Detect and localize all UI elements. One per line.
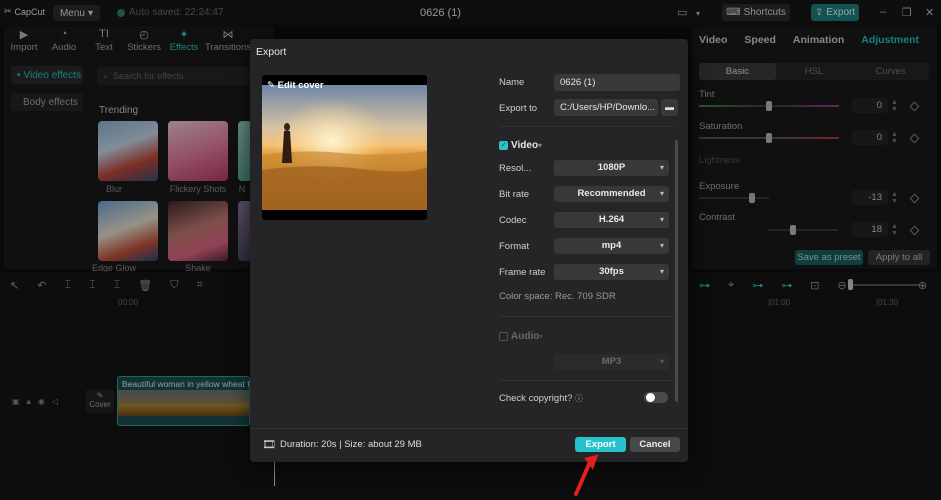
video-checkbox[interactable]: ✓ <box>499 141 508 150</box>
audio-format-select[interactable]: MP3 ▾ <box>554 354 669 370</box>
divider <box>250 428 688 429</box>
resolution-select[interactable]: 1080P ▾ <box>554 160 669 176</box>
name-label: Name <box>499 77 525 88</box>
copyright-label: Check copyright? ⓘ <box>499 393 584 404</box>
divider <box>499 316 673 317</box>
export-to-label: Export to <box>499 103 538 114</box>
export-path-input[interactable]: C:/Users/HP/Downlo... <box>554 99 658 116</box>
cover-preview[interactable] <box>262 75 427 220</box>
film-icon: 🎞︎ <box>262 439 276 451</box>
dialog-scrollbar[interactable] <box>675 140 678 402</box>
divider <box>499 380 673 381</box>
chevron-down-icon: ▾ <box>659 267 664 276</box>
audio-checkbox[interactable] <box>499 332 508 341</box>
dialog-title: Export <box>256 46 287 58</box>
chevron-down-icon[interactable]: ▾ <box>539 332 543 341</box>
pencil-icon: ✎ <box>267 80 275 91</box>
name-input[interactable]: 0626 (1) <box>554 74 680 91</box>
framerate-label: Frame rate <box>499 267 546 278</box>
divider <box>499 126 673 127</box>
chevron-down-icon: ▾ <box>659 215 664 224</box>
framerate-select[interactable]: 30fps ▾ <box>554 264 669 280</box>
info-icon[interactable]: ⓘ <box>575 394 583 403</box>
codec-select[interactable]: H.264 ▾ <box>554 212 669 228</box>
bitrate-label: Bit rate <box>499 189 530 200</box>
chevron-down-icon: ▾ <box>659 163 664 172</box>
codec-label: Codec <box>499 215 527 226</box>
color-space-info: Color space: Rec. 709 SDR <box>499 291 616 302</box>
chevron-down-icon: ▾ <box>659 241 664 250</box>
folder-icon[interactable]: ▬ <box>661 99 678 116</box>
duration-info: 🎞︎ Duration: 20s | Size: about 29 MB <box>262 439 422 451</box>
annotation-arrow-icon <box>574 454 599 496</box>
cancel-button[interactable]: Cancel <box>630 437 680 452</box>
video-section-title: Video <box>511 140 539 151</box>
format-select[interactable]: mp4 ▾ <box>554 238 669 254</box>
chevron-down-icon: ▾ <box>659 189 664 198</box>
audio-section-title: Audio <box>511 331 540 342</box>
format-label: Format <box>499 241 530 252</box>
edit-cover-button[interactable]: ✎ Edit cover <box>267 80 324 91</box>
chevron-down-icon[interactable]: ▾ <box>538 141 542 150</box>
bitrate-select[interactable]: Recommended ▾ <box>554 186 669 202</box>
copyright-toggle-knob <box>646 393 655 402</box>
chevron-down-icon: ▾ <box>659 357 664 366</box>
resolution-label: Resol... <box>499 163 532 174</box>
preview-image <box>262 85 427 210</box>
